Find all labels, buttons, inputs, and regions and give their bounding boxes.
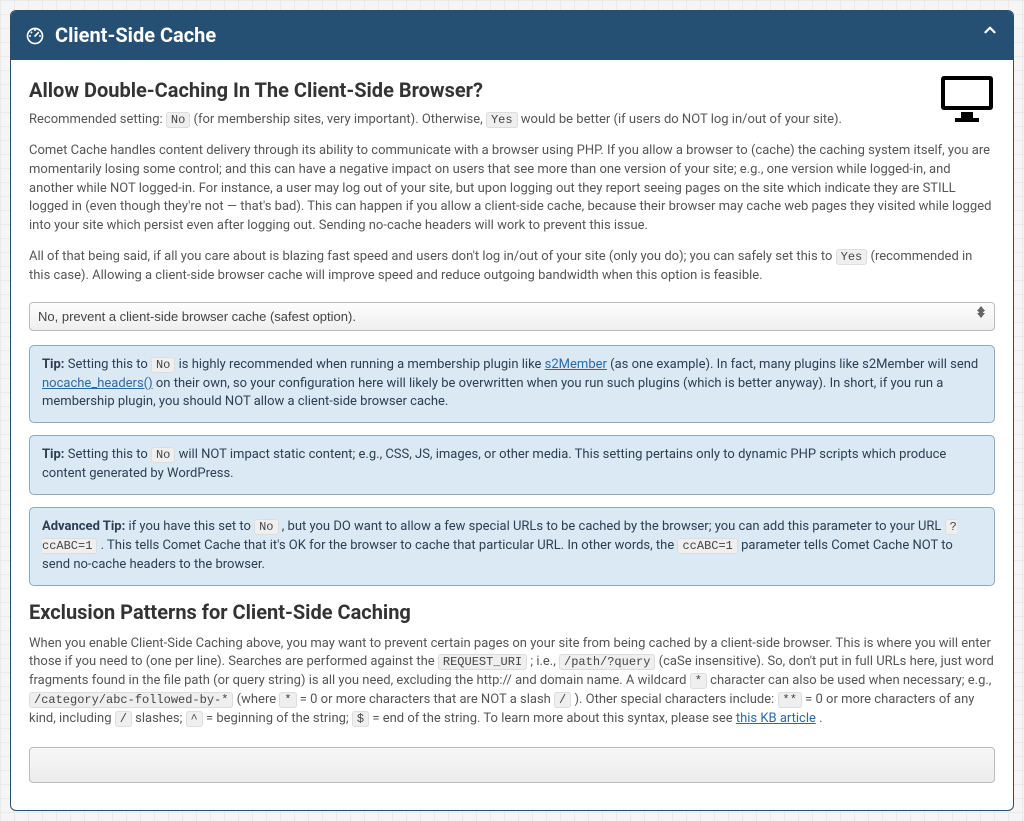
allow-double-caching-heading: Allow Double-Caching In The Client-Side …: [29, 76, 995, 105]
s2member-link[interactable]: s2Member: [545, 357, 607, 372]
exclusion-patterns-textarea[interactable]: [29, 747, 995, 783]
explanation-para-1: Comet Cache handles content delivery thr…: [29, 142, 995, 236]
desktop-icon: [939, 74, 995, 131]
exclusion-patterns-desc: When you enable Client-Side Caching abov…: [29, 635, 995, 729]
nocache-headers-link[interactable]: nocache_headers(): [42, 376, 153, 391]
chevron-up-icon[interactable]: [981, 21, 999, 46]
tip-membership-plugin: Tip: Setting this to No is highly recomm…: [29, 345, 995, 424]
tip-advanced-ccabc: Advanced Tip: if you have this set to No…: [29, 507, 995, 586]
code-yes: Yes: [486, 112, 518, 128]
recommended-setting-line: Recommended setting: No (for membership …: [29, 111, 995, 130]
tip-static-content: Tip: Setting this to No will NOT impact …: [29, 435, 995, 495]
code-no: No: [166, 112, 190, 128]
dashboard-icon: [25, 26, 45, 46]
exclusion-patterns-heading: Exclusion Patterns for Client-Side Cachi…: [29, 598, 995, 627]
client-cache-select-wrap: No, prevent a client-side browser cache …: [29, 298, 995, 345]
code-yes-2: Yes: [836, 249, 868, 265]
kb-article-link[interactable]: this KB article: [736, 711, 816, 726]
panel-title: Client-Side Cache: [55, 21, 216, 50]
panel-header[interactable]: Client-Side Cache: [11, 11, 1013, 60]
client-cache-select[interactable]: No, prevent a client-side browser cache …: [29, 302, 995, 331]
client-side-cache-panel: Client-Side Cache Allow Double-Caching I…: [10, 10, 1014, 811]
panel-body: Allow Double-Caching In The Client-Side …: [11, 60, 1013, 810]
explanation-para-2: All of that being said, if all you care …: [29, 248, 995, 286]
